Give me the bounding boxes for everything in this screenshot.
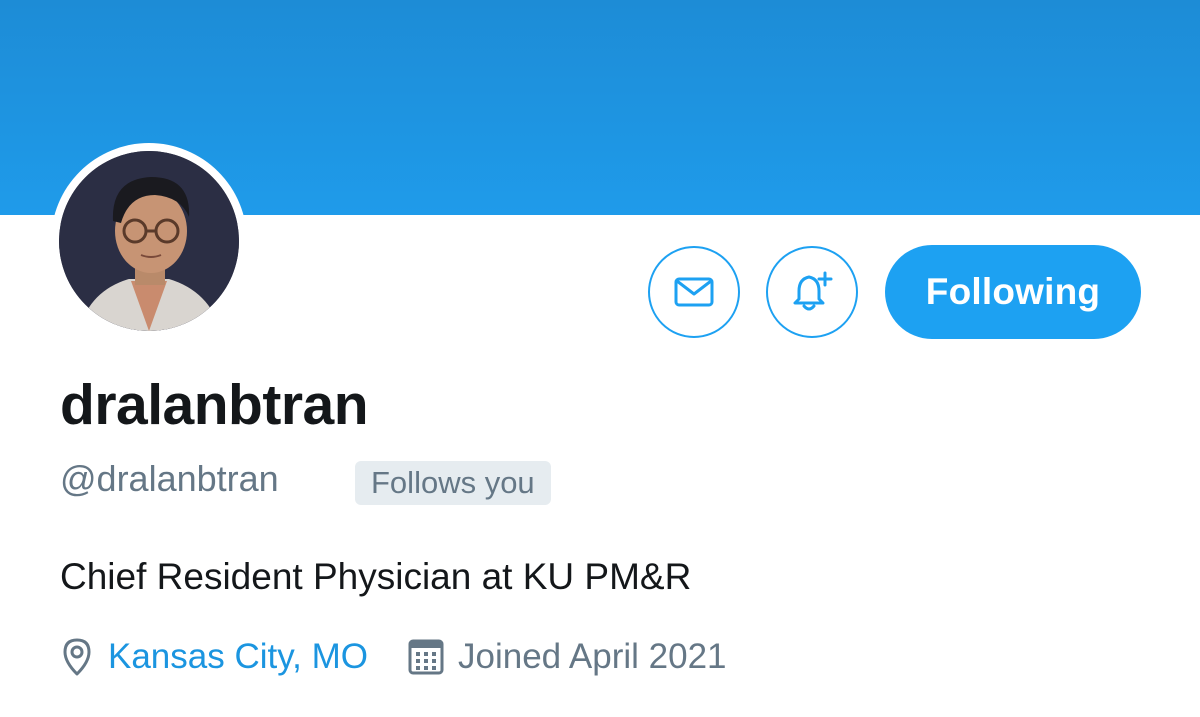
joined-date: Joined April 2021 [457, 637, 727, 676]
avatar[interactable] [51, 143, 247, 339]
following-button[interactable]: Following [885, 245, 1141, 339]
avatar-photo [59, 151, 239, 331]
joined-item: Joined April 2021 [408, 637, 727, 677]
map-pin-icon [60, 637, 94, 677]
follows-you-badge: Follows you [355, 461, 551, 505]
profile-bio: Chief Resident Physician at KU PM&R [60, 556, 692, 597]
location-link[interactable]: Kansas City, MO [108, 637, 368, 677]
envelope-icon [674, 277, 714, 307]
notifications-button[interactable] [766, 246, 858, 338]
profile-meta: Kansas City, MO Joined April 2021 [60, 634, 727, 680]
avatar-image [59, 151, 239, 331]
message-button[interactable] [648, 246, 740, 338]
location-item: Kansas City, MO [60, 637, 368, 677]
calendar-icon [408, 639, 444, 675]
user-handle: @dralanbtran [60, 458, 279, 499]
bell-plus-icon [793, 271, 833, 311]
display-name: dralanbtran [60, 373, 369, 437]
